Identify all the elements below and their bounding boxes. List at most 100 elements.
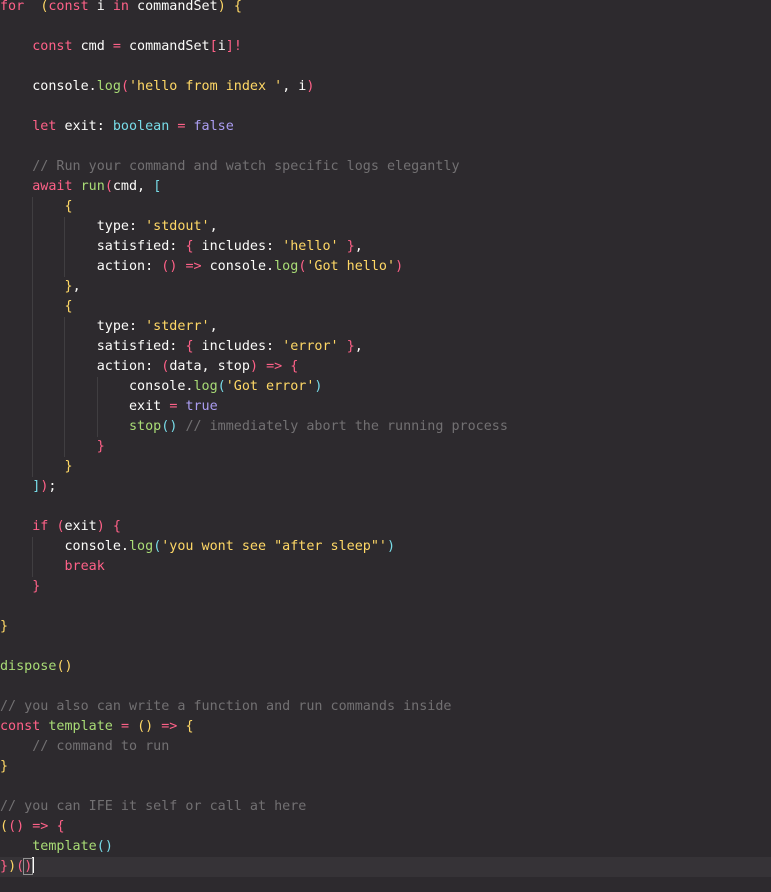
code-token: run: [80, 179, 105, 194]
code-token: i: [88, 0, 113, 14]
code-line[interactable]: // you can IFE it self or call at here: [0, 797, 771, 817]
code-line[interactable]: {: [0, 197, 771, 217]
code-token: break: [64, 559, 105, 574]
code-line[interactable]: for (const i in commandSet) {: [0, 0, 771, 17]
code-line[interactable]: (() => {: [0, 817, 771, 837]
code-line[interactable]: [0, 137, 771, 157]
code-line[interactable]: let exit: boolean = false: [0, 117, 771, 137]
code-token: ;: [48, 479, 57, 494]
code-token: ): [23, 858, 34, 875]
code-token: // immediately abort the running process: [185, 419, 508, 434]
code-token: }: [96, 439, 105, 454]
code-line[interactable]: })(): [0, 857, 771, 877]
code-token: console.: [0, 79, 97, 94]
code-line[interactable]: const template = () => {: [0, 717, 771, 737]
code-line[interactable]: console.log('Got error'): [0, 377, 771, 397]
code-token: type:: [0, 319, 146, 334]
code-line[interactable]: satisfied: { includes: 'error' },: [0, 337, 771, 357]
code-line[interactable]: break: [0, 557, 771, 577]
code-line[interactable]: stop() // immediately abort the running …: [0, 417, 771, 437]
code-token: 'stderr': [145, 319, 210, 334]
code-line[interactable]: [0, 597, 771, 617]
code-token: ): [8, 859, 17, 874]
code-token: , i: [282, 79, 307, 94]
code-line[interactable]: type: 'stderr',: [0, 317, 771, 337]
code-line[interactable]: // you also can write a function and run…: [0, 697, 771, 717]
code-line[interactable]: [0, 637, 771, 657]
code-line[interactable]: ]);: [0, 477, 771, 497]
code-line[interactable]: // command to run: [0, 737, 771, 757]
code-token: template: [48, 719, 113, 734]
code-line[interactable]: },: [0, 277, 771, 297]
code-line[interactable]: [0, 497, 771, 517]
code-token: (: [120, 79, 129, 94]
code-token: 'Got error': [225, 379, 315, 394]
code-token: const: [0, 719, 41, 734]
code-token: ): [104, 839, 113, 854]
code-token: 'you wont see "after sleep"': [161, 539, 387, 554]
code-line[interactable]: }: [0, 757, 771, 777]
code-line[interactable]: action: () => console.log('Got hello'): [0, 257, 771, 277]
code-token: let: [32, 119, 57, 134]
code-token: ): [16, 819, 25, 834]
code-line[interactable]: action: (data, stop) => {: [0, 357, 771, 377]
code-token: cmd: [72, 39, 113, 54]
code-line[interactable]: console.log('hello from index ', i): [0, 77, 771, 97]
code-line[interactable]: [0, 677, 771, 697]
code-line[interactable]: exit = true: [0, 397, 771, 417]
code-token: ,: [209, 219, 218, 234]
code-token: }: [64, 279, 73, 294]
code-token: =>: [161, 719, 178, 734]
code-token: exit: [64, 519, 97, 534]
code-line[interactable]: [0, 57, 771, 77]
code-line[interactable]: if (exit) {: [0, 517, 771, 537]
code-line[interactable]: satisfied: { includes: 'hello' },: [0, 237, 771, 257]
code-token: // Run your command and watch specific l…: [32, 159, 460, 174]
code-token: const: [48, 0, 89, 14]
code-token: (: [8, 819, 17, 834]
code-line[interactable]: }: [0, 577, 771, 597]
code-token: await: [32, 179, 73, 194]
code-token: false: [193, 119, 234, 134]
code-token: ]: [225, 39, 234, 54]
code-line[interactable]: {: [0, 297, 771, 317]
code-token: (: [104, 179, 113, 194]
code-line[interactable]: }: [0, 457, 771, 477]
code-token: const: [32, 39, 73, 54]
code-line[interactable]: console.log('you wont see "after sleep"'…: [0, 537, 771, 557]
code-token: ): [217, 0, 226, 14]
code-token: exit:: [56, 119, 113, 134]
code-token: console.: [201, 259, 275, 274]
code-token: i: [217, 39, 226, 54]
code-line[interactable]: await run(cmd, [: [0, 177, 771, 197]
code-line[interactable]: type: 'stdout',: [0, 217, 771, 237]
code-token: if: [32, 519, 49, 534]
code-line[interactable]: [0, 17, 771, 37]
code-token: ): [386, 539, 396, 554]
code-token: // you also can write a function and run…: [0, 699, 452, 714]
code-editor[interactable]: for (const i in commandSet) { const cmd …: [0, 0, 771, 892]
code-line[interactable]: }: [0, 437, 771, 457]
code-line[interactable]: // Run your command and watch specific l…: [0, 157, 771, 177]
code-line[interactable]: template(): [0, 837, 771, 857]
code-token: (: [56, 659, 65, 674]
code-line[interactable]: }: [0, 617, 771, 637]
code-token: console.: [0, 379, 194, 394]
code-line[interactable]: [0, 97, 771, 117]
code-token: 'hello': [282, 239, 339, 254]
code-line[interactable]: dispose(): [0, 657, 771, 677]
text-cursor: [32, 857, 35, 873]
code-token: ): [96, 519, 105, 534]
code-line[interactable]: const cmd = commandSet[i]!: [0, 37, 771, 57]
code-line[interactable]: [0, 777, 771, 797]
